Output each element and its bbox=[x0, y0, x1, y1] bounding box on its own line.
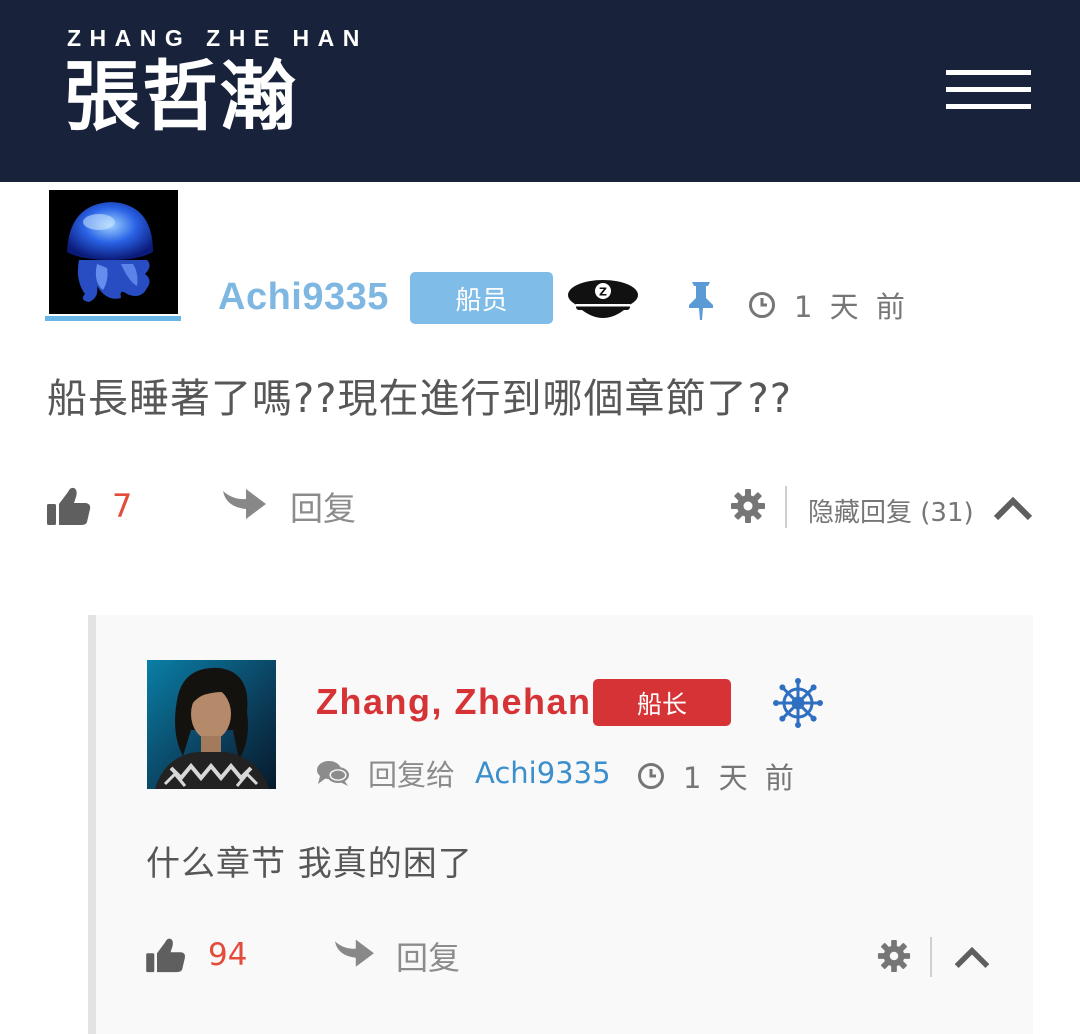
ship-wheel-icon bbox=[773, 678, 823, 728]
clock-icon bbox=[638, 763, 664, 789]
avatar-underline bbox=[45, 316, 181, 321]
settings-gear-icon[interactable] bbox=[730, 488, 766, 524]
hamburger-menu-icon[interactable] bbox=[938, 62, 1038, 118]
like-count: 7 bbox=[112, 487, 133, 525]
reply-reply-button[interactable]: 回复 bbox=[396, 933, 460, 979]
thumbs-up-icon[interactable] bbox=[145, 937, 187, 973]
reply-to-row: 回复给 Achi9335 bbox=[316, 752, 611, 794]
settings-gear-icon[interactable] bbox=[877, 939, 911, 973]
reply-time-text: 1 天 前 bbox=[683, 761, 798, 795]
chevron-up-icon[interactable] bbox=[953, 944, 991, 970]
site-header: ZHANG ZHE HAN 張哲瀚 bbox=[0, 0, 1080, 182]
comment-body: 船長睡著了嗎??現在進行到哪個章節了?? bbox=[47, 376, 792, 422]
site-logo-latin[interactable]: ZHANG ZHE HAN bbox=[67, 25, 368, 52]
reply-like-count: 94 bbox=[208, 937, 248, 973]
hide-replies-toggle[interactable]: 隐藏回复 (31) bbox=[808, 492, 974, 529]
action-divider bbox=[785, 486, 787, 528]
reply-author[interactable]: Zhang, Zhehan bbox=[316, 681, 592, 723]
reply-action-divider bbox=[930, 937, 932, 977]
comment-author[interactable]: Achi9335 bbox=[218, 276, 389, 319]
site-logo-chinese[interactable]: 張哲瀚 bbox=[64, 55, 298, 139]
pin-icon bbox=[689, 282, 713, 320]
clock-icon bbox=[749, 292, 775, 318]
avatar-jellyfish[interactable] bbox=[49, 190, 178, 314]
chevron-up-icon[interactable] bbox=[992, 494, 1034, 522]
reply-body: 什么章节 我真的困了 bbox=[146, 844, 473, 884]
reply-to-label: 回复给 bbox=[368, 758, 456, 792]
avatar-zhang-zhehan[interactable] bbox=[147, 660, 276, 789]
reply-timestamp: 1 天 前 bbox=[637, 755, 798, 797]
reply-to-user-link[interactable]: Achi9335 bbox=[475, 756, 611, 790]
comment-time-text: 1 天 前 bbox=[794, 290, 909, 324]
reply-arrow-icon[interactable] bbox=[332, 936, 376, 974]
role-badge-captain: 船长 bbox=[593, 679, 731, 726]
comment-timestamp: 1 天 前 bbox=[748, 284, 909, 326]
captain-hat-icon: Z bbox=[568, 280, 638, 318]
reply-arrow-icon[interactable] bbox=[220, 485, 268, 527]
svg-text:Z: Z bbox=[599, 286, 607, 299]
comments-icon bbox=[317, 761, 349, 786]
role-badge-crew: 船员 bbox=[410, 272, 553, 324]
reply-button[interactable]: 回复 bbox=[290, 482, 356, 530]
thumbs-up-icon[interactable] bbox=[46, 486, 92, 526]
